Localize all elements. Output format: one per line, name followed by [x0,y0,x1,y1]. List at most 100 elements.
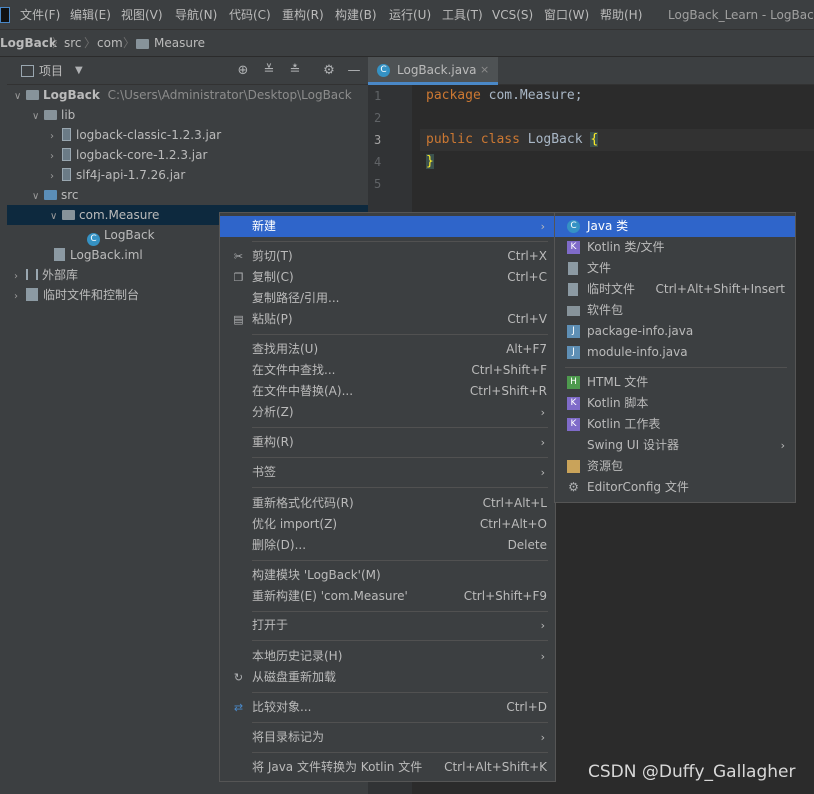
brace: } [426,154,434,169]
breadcrumb-project[interactable]: LogBack [0,30,57,57]
tab-logback-java[interactable]: C LogBack.java × [368,57,498,85]
menu-item-cut[interactable]: ✂ 剪切(T) Ctrl+X [220,246,555,267]
submenu-item-java-class[interactable]: C Java 类 [555,216,795,237]
separator [252,334,548,335]
tree-row-label: LogBack [104,228,155,242]
submenu-item-scratch-file[interactable]: 临时文件 Ctrl+Alt+Shift+Insert [555,279,795,300]
menu-file[interactable]: 文件(F) [20,0,60,30]
menu-run[interactable]: 运行(U) [389,0,431,30]
breadcrumb-separator-icon: 〉 [84,36,97,50]
menu-item-open-in[interactable]: 打开于 › [220,615,555,636]
menu-item-shortcut: Ctrl+Alt+O [479,517,547,531]
menu-item-shortcut: Ctrl+V [507,312,547,326]
menu-item-paste[interactable]: ▤ 粘贴(P) Ctrl+V [220,309,555,330]
menu-item-local-history[interactable]: 本地历史记录(H) › [220,646,555,667]
submenu-item-kotlin-class[interactable]: K Kotlin 类/文件 [555,237,795,258]
project-panel-header: 项目 ▼ ⊕ ≚ ≛ ⚙ — [7,57,368,85]
code-line: } [420,151,814,173]
menu-item-analyze[interactable]: 分析(Z) › [220,402,555,423]
chevron-down-icon[interactable]: ∨ [32,187,44,207]
tree-row-project-root[interactable]: ∨ LogBack C:\Users\Administrator\Desktop\… [7,85,368,105]
hide-icon[interactable]: — [347,64,361,78]
menu-help[interactable]: 帮助(H) [600,0,642,30]
menu-item-convert-to-kotlin[interactable]: 将 Java 文件转换为 Kotlin 文件 Ctrl+Alt+Shift+K [220,757,555,778]
close-icon[interactable]: × [480,57,489,82]
menu-navigate[interactable]: 导航(N) [175,0,217,30]
chevron-right-icon[interactable]: › [14,267,26,287]
menu-vcs[interactable]: VCS(S) [492,0,533,30]
breadcrumb-measure[interactable]: Measure [154,30,205,57]
breadcrumb-src[interactable]: src [64,30,82,57]
submenu-item-editorconfig[interactable]: ⚙ EditorConfig 文件 [555,477,795,498]
menu-item-shortcut: Ctrl+Shift+F [471,363,547,377]
menu-item-new[interactable]: 新建 › [220,216,555,237]
submenu-item-file[interactable]: 文件 [555,258,795,279]
chevron-right-icon: › [540,650,545,663]
menu-item-find-usages[interactable]: 查找用法(U) Alt+F7 [220,339,555,360]
menu-item-shortcut: Delete [507,538,547,552]
menu-tools[interactable]: 工具(T) [442,0,483,30]
menu-item-label: 打开于 [252,618,289,632]
tree-row-lib[interactable]: ∨ lib [7,105,368,125]
submenu-item-package[interactable]: 软件包 [555,300,795,321]
chevron-down-icon[interactable]: ∨ [32,107,44,127]
menu-item-refactor[interactable]: 重构(R) › [220,432,555,453]
chevron-down-icon[interactable]: ∨ [14,87,26,107]
menu-item-delete[interactable]: 删除(D)... Delete [220,535,555,556]
tree-row-src[interactable]: ∨ src [7,185,368,205]
menu-item-replace-in-files[interactable]: 在文件中替换(A)... Ctrl+Shift+R [220,381,555,402]
project-panel-title[interactable]: 项目 [39,57,63,85]
menu-item-copy[interactable]: ❐ 复制(C) Ctrl+C [220,267,555,288]
expand-all-icon[interactable]: ≚ [262,64,276,78]
chevron-right-icon[interactable]: › [50,127,62,147]
chevron-right-icon[interactable]: › [14,287,26,307]
dropdown-arrow-icon[interactable]: ▼ [75,57,83,85]
submenu-item-module-info[interactable]: J module-info.java [555,342,795,363]
menu-refactor[interactable]: 重构(R) [282,0,324,30]
tree-row-jar[interactable]: › logback-core-1.2.3.jar [7,145,368,165]
separator [252,722,548,723]
tree-row-jar[interactable]: › slf4j-api-1.7.26.jar [7,165,368,185]
submenu-item-kotlin-worksheet[interactable]: K Kotlin 工作表 [555,414,795,435]
menu-item-mark-directory-as[interactable]: 将目录标记为 › [220,727,555,748]
submenu-item-resource-bundle[interactable]: 资源包 [555,456,795,477]
menu-item-rebuild[interactable]: 重新构建(E) 'com.Measure' Ctrl+Shift+F9 [220,586,555,607]
kotlin-script-icon: K [567,397,580,410]
menu-item-compare-with[interactable]: ⇄ 比较对象... Ctrl+D [220,697,555,718]
menu-item-reformat-code[interactable]: 重新格式化代码(R) Ctrl+Alt+L [220,493,555,514]
menu-item-find-in-files[interactable]: 在文件中查找... Ctrl+Shift+F [220,360,555,381]
menu-item-shortcut: Ctrl+Alt+Shift+Insert [655,282,785,296]
chevron-right-icon[interactable]: › [50,147,62,167]
menu-code[interactable]: 代码(C) [229,0,271,30]
menu-item-build-module[interactable]: 构建模块 'LogBack'(M) [220,565,555,586]
locate-icon[interactable]: ⊕ [236,64,250,78]
menu-item-bookmarks[interactable]: 书签 › [220,462,555,483]
separator [252,241,548,242]
menu-edit[interactable]: 编辑(E) [70,0,111,30]
menu-view[interactable]: 视图(V) [121,0,163,30]
code-text: com.Measure; [480,88,583,103]
gear-icon[interactable]: ⚙ [322,64,336,78]
menu-item-label: 构建模块 'LogBack'(M) [252,568,381,582]
menu-build[interactable]: 构建(B) [335,0,377,30]
menu-item-label: Kotlin 脚本 [587,396,649,410]
chevron-right-icon[interactable]: › [50,167,62,187]
chevron-down-icon[interactable]: ∨ [50,207,62,227]
submenu-item-swing-ui-designer[interactable]: Swing UI 设计器 › [555,435,795,456]
menu-item-copy-path[interactable]: 复制路径/引用... [220,288,555,309]
tab-label: LogBack.java [397,63,477,77]
menu-item-reload-from-disk[interactable]: ↻ 从磁盘重新加载 [220,667,555,688]
collapse-all-icon[interactable]: ≛ [288,64,302,78]
menu-item-label: Kotlin 类/文件 [587,240,665,254]
java-file-icon: J [567,346,580,359]
submenu-item-html-file[interactable]: H HTML 文件 [555,372,795,393]
menu-item-label: 将 Java 文件转换为 Kotlin 文件 [252,760,423,774]
line-number: 4 [374,155,382,169]
breadcrumb-com[interactable]: com [97,30,123,57]
submenu-item-kotlin-script[interactable]: K Kotlin 脚本 [555,393,795,414]
tree-row-jar[interactable]: › logback-classic-1.2.3.jar [7,125,368,145]
tool-window-stripe[interactable] [0,57,7,794]
submenu-item-package-info[interactable]: J package-info.java [555,321,795,342]
menu-window[interactable]: 窗口(W) [544,0,589,30]
menu-item-optimize-imports[interactable]: 优化 import(Z) Ctrl+Alt+O [220,514,555,535]
